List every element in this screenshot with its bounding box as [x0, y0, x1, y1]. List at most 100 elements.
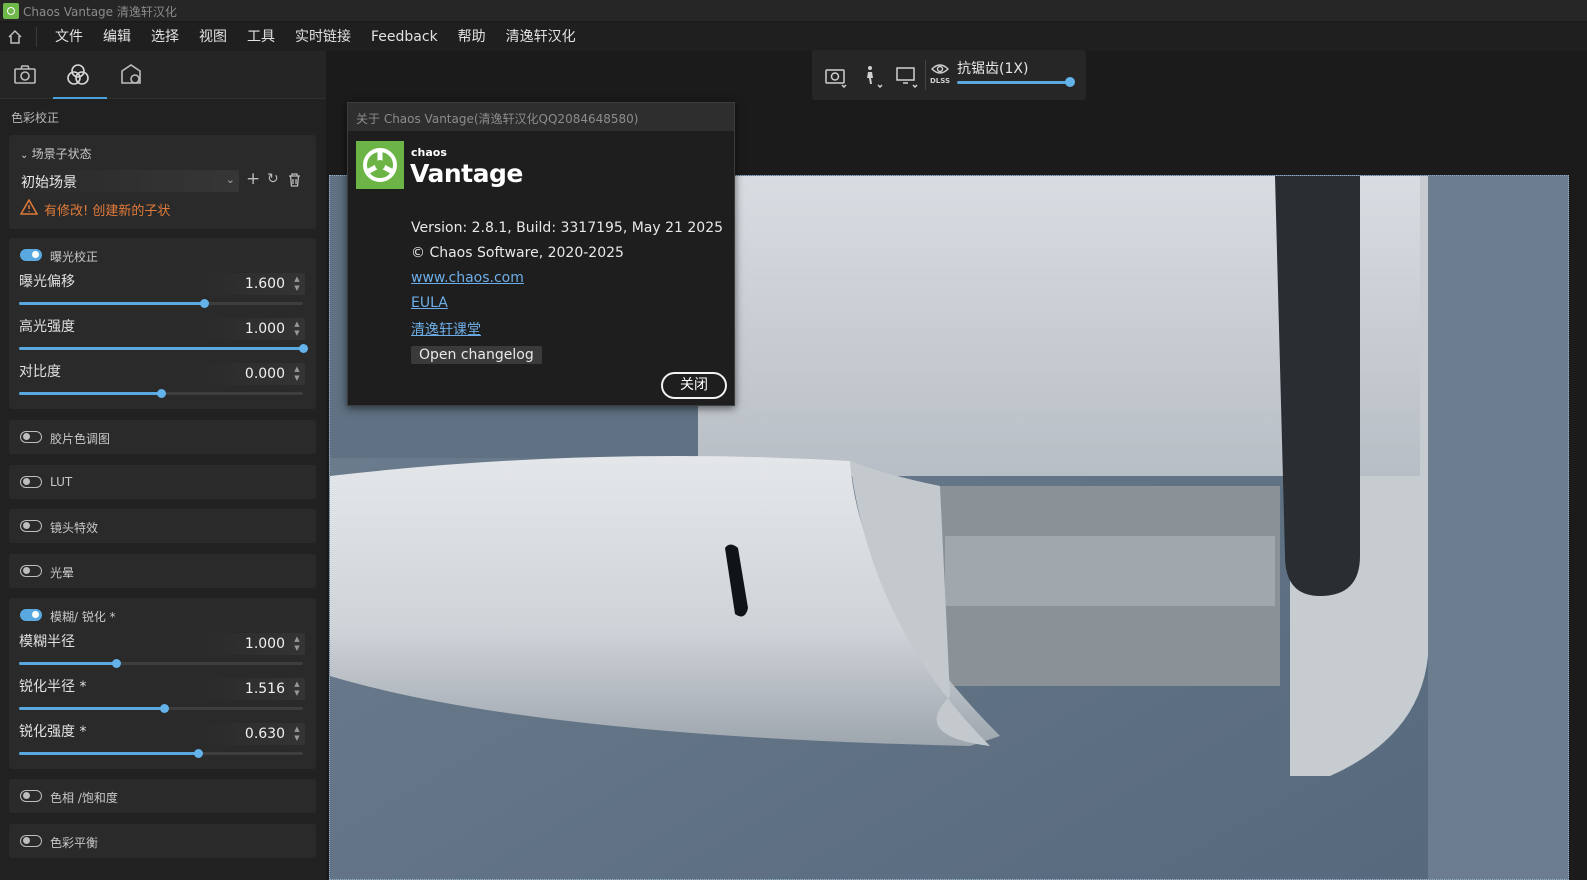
- slider-fill: [19, 392, 161, 395]
- spinner-arrows-icon[interactable]: ▲ ▼: [293, 275, 301, 293]
- blur-sharpen-param-label: 锐化半径 *: [19, 679, 87, 695]
- blur-sharpen-param-value: 1.000: [244, 636, 285, 652]
- slider-handle[interactable]: [299, 344, 308, 353]
- slider-fill: [19, 752, 198, 755]
- menu-divider: [36, 27, 37, 47]
- walk-mode-icon[interactable]: [860, 64, 884, 88]
- open-changelog-button[interactable]: Open changelog: [411, 346, 542, 364]
- viewport-toolbar: DLSS 抗锯齿(1X): [812, 50, 1086, 100]
- film-tonemap-toggle[interactable]: [20, 431, 42, 443]
- slider-handle[interactable]: [199, 299, 209, 308]
- exposure-param-slider[interactable]: [19, 389, 303, 398]
- display-icon[interactable]: [895, 64, 919, 88]
- tab-color-correction-icon[interactable]: [64, 61, 92, 89]
- exposure-param-slider[interactable]: [19, 299, 303, 308]
- blur-sharpen-toggle[interactable]: [20, 609, 42, 621]
- slider-handle[interactable]: [193, 749, 203, 758]
- slider-handle[interactable]: [157, 389, 166, 398]
- slider-handle[interactable]: [159, 704, 169, 713]
- spinner-arrows-icon[interactable]: ▲ ▼: [293, 635, 301, 653]
- blur-sharpen-card: 模糊/ 锐化 * 模糊半径 1.000 ▲ ▼ 锐化半径 * 1.516 ▲ ▼ 锐化强度 * 0…: [9, 598, 316, 769]
- menu-live-link[interactable]: 实时链接: [285, 27, 361, 47]
- camera-icon[interactable]: [824, 64, 848, 88]
- slider-handle[interactable]: [111, 659, 121, 668]
- blur-sharpen-param-value: 1.516: [244, 681, 285, 697]
- bloom-toggle[interactable]: [20, 565, 42, 577]
- slider-fill: [19, 707, 164, 710]
- eula-link[interactable]: EULA: [411, 295, 448, 311]
- menu-bar: 文件 编辑 选择 视图 工具 实时链接 Feedback 帮助 清逸轩汉化: [0, 23, 1587, 51]
- scene-state-card: ⌄ 场景子状态 初始场景 ⌄ + ↻ 有修改! 创建新的子状: [9, 135, 316, 229]
- spinner-arrows-icon[interactable]: ▲ ▼: [293, 320, 301, 338]
- lut-toggle[interactable]: [20, 476, 42, 488]
- antialias-slider-handle[interactable]: [1065, 77, 1075, 87]
- title-bar: Chaos Vantage 清逸轩汉化: [0, 0, 1587, 22]
- exposure-param-input[interactable]: 1.600 ▲ ▼: [199, 273, 305, 295]
- spinner-arrows-icon[interactable]: ▲ ▼: [293, 725, 301, 743]
- antialias-label: 抗锯齿(1X): [957, 61, 1029, 77]
- vantage-logo-icon: [363, 148, 397, 182]
- lut-label: LUT: [50, 475, 73, 489]
- hue-saturation-card: 色相 /饱和度: [9, 779, 316, 813]
- exposure-param-value: 0.000: [244, 366, 285, 382]
- trash-icon[interactable]: [288, 173, 301, 187]
- blur-sharpen-param-slider[interactable]: [19, 749, 303, 758]
- menu-help[interactable]: 帮助: [448, 27, 496, 47]
- exposure-param-slider[interactable]: [19, 344, 308, 353]
- bloom-card: 光晕: [9, 554, 316, 588]
- slider-fill: [19, 302, 204, 305]
- menu-select[interactable]: 选择: [141, 27, 189, 47]
- menu-file[interactable]: 文件: [45, 27, 93, 47]
- exposure-card: 曝光校正 曝光偏移 1.600 ▲ ▼ 高光强度 1.000 ▲ ▼ 对比度 0.000 ▲ ▼: [9, 238, 316, 409]
- bloom-label: 光晕: [50, 566, 75, 580]
- tab-camera-icon[interactable]: [11, 61, 39, 89]
- exposure-param-input[interactable]: 1.000 ▲ ▼: [199, 318, 305, 340]
- exposure-param-value: 1.600: [244, 276, 285, 292]
- menu-edit[interactable]: 编辑: [93, 27, 141, 47]
- menu-view[interactable]: 视图: [189, 27, 237, 47]
- copyright-text: © Chaos Software, 2020-2025: [411, 245, 624, 261]
- blur-sharpen-param-slider[interactable]: [19, 704, 303, 713]
- chevron-down-icon: ⌄: [225, 173, 235, 186]
- menu-localization[interactable]: 清逸轩汉化: [496, 27, 586, 47]
- color-balance-label: 色彩平衡: [50, 836, 99, 850]
- slider-fill: [19, 347, 303, 350]
- lens-effects-label: 镜头特效: [50, 521, 99, 535]
- blur-sharpen-param-input[interactable]: 1.516 ▲ ▼: [199, 678, 305, 700]
- exposure-param-label: 对比度: [19, 364, 61, 380]
- brand-vantage: Vantage: [410, 159, 523, 188]
- antialias-slider-track[interactable]: [957, 81, 1071, 84]
- menu-tools[interactable]: 工具: [237, 27, 285, 47]
- home-icon[interactable]: [6, 28, 24, 46]
- vantage-logo: [356, 141, 404, 189]
- scene-state-header[interactable]: ⌄ 场景子状态: [20, 145, 92, 162]
- chevron-down-icon: ⌄: [20, 150, 32, 161]
- blur-sharpen-param-input[interactable]: 0.630 ▲ ▼: [199, 723, 305, 745]
- hue-saturation-toggle[interactable]: [20, 790, 42, 802]
- close-button[interactable]: 关闭: [661, 372, 727, 399]
- exposure-param-label: 曝光偏移: [19, 274, 75, 290]
- course-link[interactable]: 清逸轩课堂: [411, 319, 481, 339]
- blur-sharpen-param-value: 0.630: [244, 726, 285, 742]
- tab-environment-icon[interactable]: [117, 61, 145, 89]
- color-balance-toggle[interactable]: [20, 835, 42, 847]
- add-icon[interactable]: +: [246, 169, 260, 189]
- exposure-param-input[interactable]: 0.000 ▲ ▼: [199, 363, 305, 385]
- refresh-icon[interactable]: ↻: [267, 171, 279, 187]
- about-dialog: 关于 Chaos Vantage(清逸轩汉化QQ2084648580) chao…: [347, 102, 735, 406]
- version-text: Version: 2.8.1, Build: 3317195, May 21 2…: [411, 220, 724, 236]
- blur-sharpen-param-input[interactable]: 1.000 ▲ ▼: [199, 633, 305, 655]
- active-tab-indicator: [53, 97, 107, 99]
- lens-effects-toggle[interactable]: [20, 520, 42, 532]
- blur-sharpen-param-slider[interactable]: [19, 659, 303, 668]
- scene-state-select[interactable]: 初始场景 ⌄: [17, 170, 239, 192]
- menu-feedback[interactable]: Feedback: [361, 27, 448, 47]
- exposure-toggle[interactable]: [20, 249, 42, 261]
- left-panel: 色彩校正 ⌄ 场景子状态 初始场景 ⌄ + ↻ 有修改! 创建新的子状 曝光校正…: [0, 51, 326, 880]
- exposure-param-label: 高光强度: [19, 319, 75, 335]
- website-link[interactable]: www.chaos.com: [411, 270, 524, 286]
- dlss-icon: DLSS: [930, 77, 951, 85]
- spinner-arrows-icon[interactable]: ▲ ▼: [293, 365, 301, 383]
- nvidia-eye-icon: [931, 64, 949, 74]
- spinner-arrows-icon[interactable]: ▲ ▼: [293, 680, 301, 698]
